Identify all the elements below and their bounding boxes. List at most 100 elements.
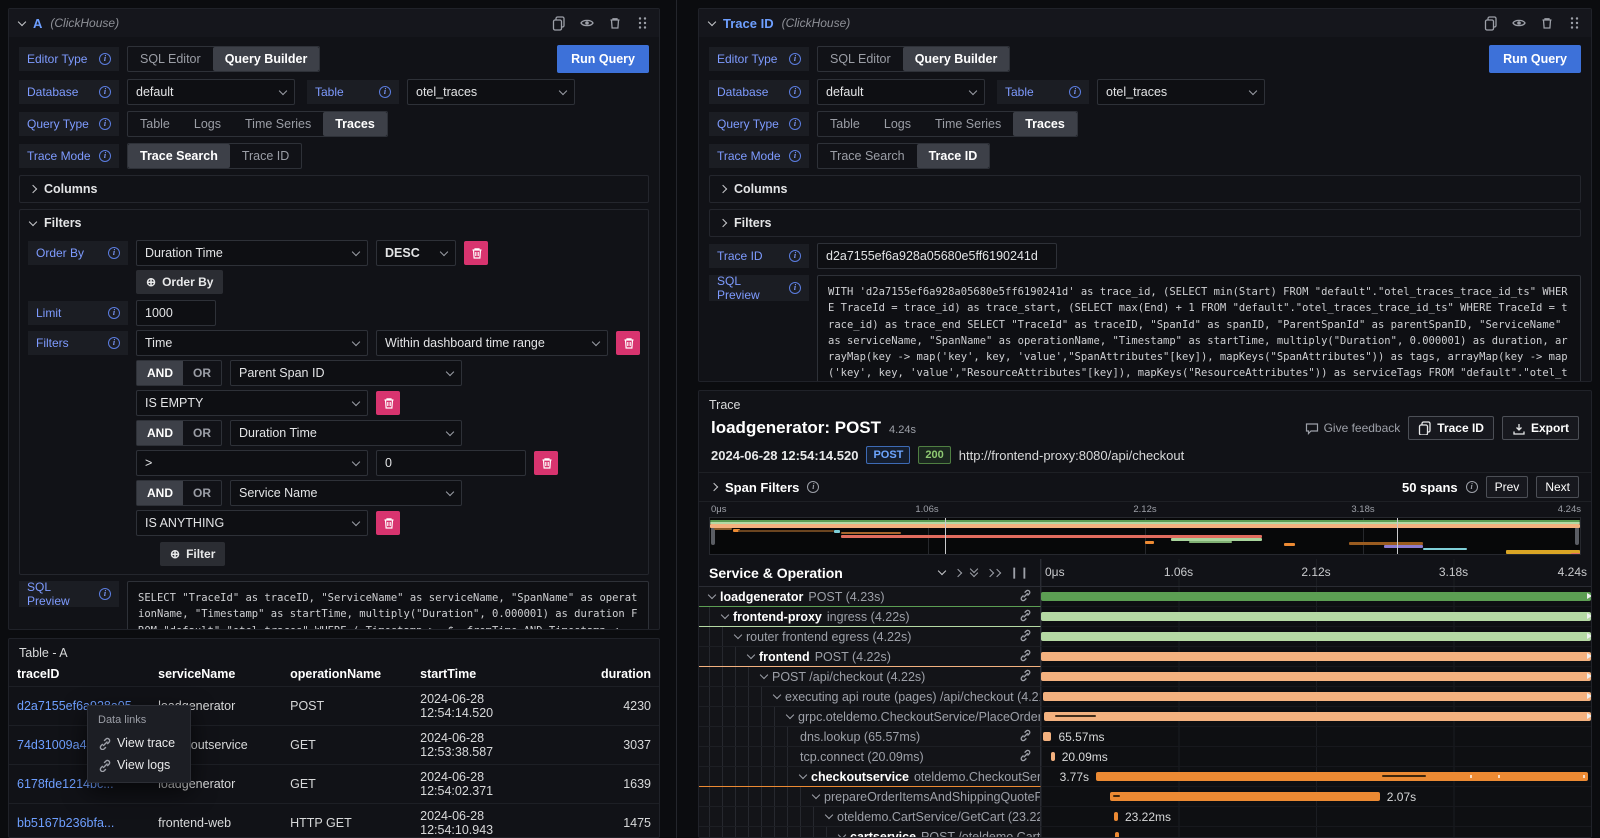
span-duration-bar[interactable] bbox=[1041, 632, 1591, 641]
remove-condition-button[interactable] bbox=[376, 511, 400, 535]
prev-button[interactable]: Prev bbox=[1486, 476, 1529, 498]
minimap-cursor[interactable] bbox=[945, 518, 946, 554]
column-header[interactable]: operationName bbox=[282, 662, 412, 687]
info-icon[interactable]: i bbox=[379, 86, 391, 98]
span-duration-bar[interactable] bbox=[1041, 592, 1591, 601]
span-duration-bar[interactable] bbox=[1043, 692, 1591, 701]
table-select[interactable]: otel_traces bbox=[1097, 79, 1265, 105]
editor-type-toggle[interactable]: SQL Editor Query Builder bbox=[127, 46, 320, 72]
give-feedback-button[interactable]: Give feedback bbox=[1305, 421, 1401, 435]
chevron-down-icon[interactable] bbox=[799, 771, 807, 779]
filter-value-select[interactable]: Within dashboard time range bbox=[376, 330, 608, 356]
duplicate-query-icon[interactable] bbox=[1484, 16, 1498, 31]
condition-field-select[interactable]: Duration Time bbox=[230, 420, 462, 446]
editor-type-toggle[interactable]: SQL Editor Query Builder bbox=[817, 46, 1010, 72]
trace-id-option[interactable]: Trace ID bbox=[230, 144, 301, 168]
chevron-down-icon[interactable] bbox=[773, 691, 781, 699]
span-name-cell[interactable]: oteldemo.CartService/GetCart (23.22ms) bbox=[699, 807, 1041, 827]
column-header[interactable]: duration bbox=[554, 662, 659, 687]
database-select[interactable]: default bbox=[817, 79, 985, 105]
column-header[interactable]: startTime bbox=[412, 662, 554, 687]
export-button[interactable]: Export bbox=[1502, 416, 1579, 440]
database-select[interactable]: default bbox=[127, 79, 295, 105]
link-icon[interactable] bbox=[1019, 609, 1036, 625]
condition-field-select[interactable]: Service Name bbox=[230, 480, 462, 506]
span-timeline-cell[interactable] bbox=[1041, 607, 1591, 627]
view-trace-link[interactable]: View trace bbox=[88, 732, 190, 754]
drag-handle-icon[interactable] bbox=[636, 16, 649, 30]
chevron-down-icon[interactable] bbox=[812, 791, 820, 799]
query-type-timeseries[interactable]: Time Series bbox=[233, 112, 323, 136]
remove-filter-button[interactable] bbox=[616, 331, 640, 355]
info-icon[interactable]: i bbox=[789, 86, 801, 98]
filters-section-header[interactable]: Filters bbox=[20, 210, 648, 236]
span-timeline-cell[interactable] bbox=[1041, 687, 1591, 707]
next-button[interactable]: Next bbox=[1536, 476, 1579, 498]
order-by-field-select[interactable]: Duration Time bbox=[136, 240, 368, 266]
chevron-right-icon[interactable] bbox=[710, 483, 718, 491]
link-icon[interactable] bbox=[1019, 589, 1036, 605]
span-name-cell[interactable]: POST /api/checkout (4.22s) bbox=[699, 667, 1041, 687]
span-duration-bar[interactable] bbox=[1041, 672, 1591, 681]
info-icon[interactable]: i bbox=[108, 247, 120, 259]
delete-query-icon[interactable] bbox=[608, 16, 622, 30]
span-timeline-cell[interactable] bbox=[1041, 627, 1591, 647]
span-name-cell[interactable]: grpc.oteldemo.CheckoutService/PlaceOrder… bbox=[699, 707, 1041, 727]
info-icon[interactable]: i bbox=[108, 307, 120, 319]
info-icon[interactable]: i bbox=[807, 481, 819, 493]
chevron-down-icon[interactable] bbox=[747, 651, 755, 659]
query-type-logs[interactable]: Logs bbox=[872, 112, 923, 136]
span-timeline-cell[interactable]: 3.77s bbox=[1041, 767, 1591, 787]
span-duration-bar[interactable] bbox=[1051, 752, 1054, 761]
or-option[interactable]: OR bbox=[183, 421, 221, 445]
minimap-canvas[interactable] bbox=[709, 517, 1581, 555]
expand-all-icon[interactable] bbox=[971, 569, 977, 576]
span-name-cell[interactable]: dns.lookup (65.57ms) bbox=[699, 727, 1041, 747]
info-icon[interactable]: i bbox=[789, 250, 801, 262]
chevron-down-icon[interactable] bbox=[708, 591, 716, 599]
query-type-toggle[interactable]: Table Logs Time Series Traces bbox=[817, 111, 1078, 137]
hide-query-icon[interactable] bbox=[580, 16, 594, 30]
span-name-cell[interactable]: frontend-proxyingress (4.22s) bbox=[699, 607, 1041, 627]
span-timeline-cell[interactable]: 65.57ms bbox=[1041, 727, 1591, 747]
condition-operator-select[interactable]: IS EMPTY bbox=[136, 390, 368, 416]
add-filter-button[interactable]: ⊕Filter bbox=[160, 542, 225, 566]
collapse-chevron-icon[interactable] bbox=[708, 17, 716, 25]
expand-one-level-icon[interactable] bbox=[937, 567, 945, 575]
info-icon[interactable]: i bbox=[789, 118, 801, 130]
panel-header-traceid[interactable]: Trace ID (ClickHouse) bbox=[699, 9, 1591, 37]
span-duration-bar[interactable] bbox=[1044, 712, 1591, 721]
bool-operator-toggle[interactable]: ANDOR bbox=[136, 480, 222, 506]
query-type-traces[interactable]: Traces bbox=[1013, 112, 1077, 136]
span-timeline-cell[interactable]: 23.22ms bbox=[1041, 807, 1591, 827]
remove-order-by-button[interactable] bbox=[464, 241, 488, 265]
run-query-button[interactable]: Run Query bbox=[1489, 45, 1581, 73]
or-option[interactable]: OR bbox=[183, 361, 221, 385]
filters-section-header[interactable]: Filters bbox=[710, 210, 1580, 236]
span-filters-label[interactable]: Span Filters bbox=[725, 480, 799, 495]
span-name-cell[interactable]: prepareOrderItemsAndShippingQuoteFromCar… bbox=[699, 787, 1041, 807]
panel-splitter[interactable] bbox=[676, 0, 677, 838]
remove-condition-button[interactable] bbox=[534, 451, 558, 475]
info-icon[interactable]: i bbox=[1069, 86, 1081, 98]
trace-id-option[interactable]: Trace ID bbox=[917, 144, 990, 168]
order-by-direction-select[interactable]: DESC bbox=[376, 240, 456, 266]
query-builder-option[interactable]: Query Builder bbox=[903, 47, 1010, 71]
minimap-right-handle[interactable] bbox=[1575, 527, 1579, 545]
trace-mode-toggle[interactable]: Trace Search Trace ID bbox=[817, 143, 990, 169]
bool-operator-toggle[interactable]: ANDOR bbox=[136, 420, 222, 446]
info-icon[interactable]: i bbox=[789, 282, 801, 294]
span-timeline-cell[interactable] bbox=[1041, 587, 1591, 607]
link-icon[interactable] bbox=[1019, 669, 1036, 685]
info-icon[interactable]: i bbox=[99, 53, 111, 65]
collapse-chevron-icon[interactable] bbox=[18, 17, 26, 25]
trace-id-link[interactable]: bb5167b236bfa... bbox=[9, 804, 150, 838]
collapse-one-level-icon[interactable] bbox=[953, 568, 961, 576]
trace-minimap[interactable]: 0μs1.06s2.12s3.18s4.24s bbox=[709, 504, 1581, 555]
trace-search-option[interactable]: Trace Search bbox=[128, 144, 230, 168]
span-name-cell[interactable]: router frontend egress (4.22s) bbox=[699, 627, 1041, 647]
info-icon[interactable]: i bbox=[99, 86, 111, 98]
span-duration-bar[interactable] bbox=[1041, 612, 1591, 621]
info-icon[interactable]: i bbox=[99, 150, 111, 162]
query-type-table[interactable]: Table bbox=[818, 112, 872, 136]
